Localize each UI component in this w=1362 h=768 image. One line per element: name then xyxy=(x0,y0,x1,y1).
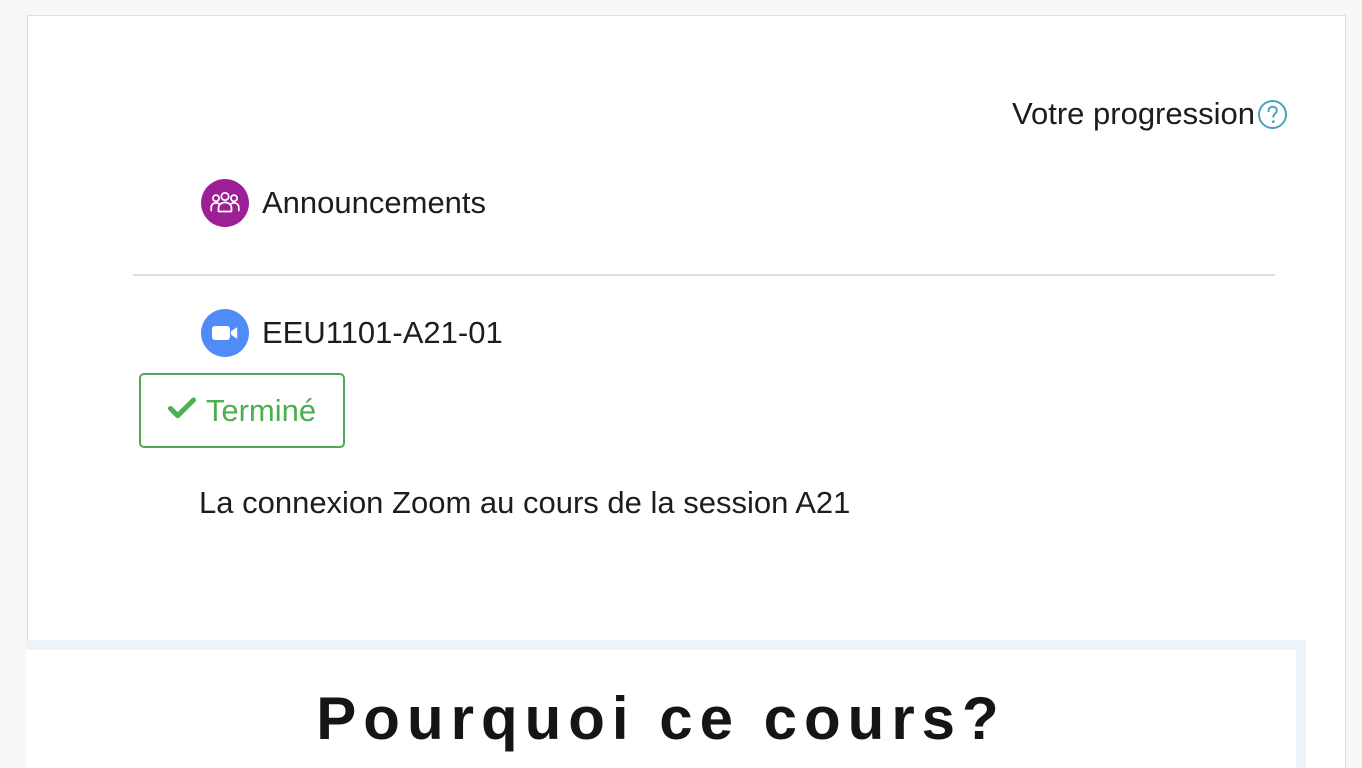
activity-divider xyxy=(133,274,1275,276)
activity-zoom-meeting: EEU1101-A21-01 xyxy=(201,309,503,357)
page: Votre progression Announcements EEU1101-… xyxy=(0,0,1362,768)
checkmark-icon xyxy=(167,397,196,424)
progress-label: Votre progression xyxy=(1012,96,1255,131)
section-banner-inner: Pourquoi ce cours? xyxy=(26,650,1296,768)
users-group-icon xyxy=(201,179,249,227)
section-banner: Pourquoi ce cours? xyxy=(26,640,1306,768)
activity-description: La connexion Zoom au cours de la session… xyxy=(199,485,851,520)
completion-status-button[interactable]: Terminé xyxy=(139,373,345,448)
video-camera-icon xyxy=(201,309,249,357)
completion-label: Terminé xyxy=(205,392,317,428)
progress-indicator: Votre progression xyxy=(1012,96,1288,132)
activity-link-announcements[interactable]: Announcements xyxy=(262,185,486,221)
activity-announcements: Announcements xyxy=(201,179,486,227)
activity-link-zoom-meeting[interactable]: EEU1101-A21-01 xyxy=(262,315,503,351)
help-circle-icon[interactable] xyxy=(1257,99,1288,130)
section-heading: Pourquoi ce cours? xyxy=(316,685,1006,752)
